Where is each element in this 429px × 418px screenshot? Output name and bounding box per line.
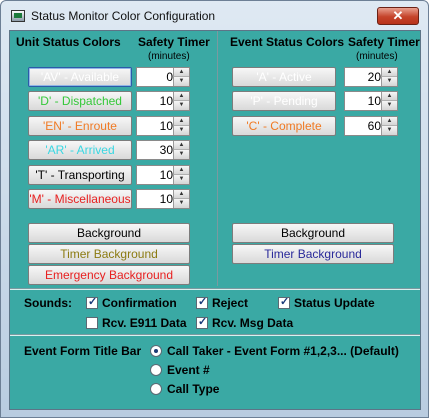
event-safety-timer-spinner[interactable]: 60 ▲ ▼ xyxy=(344,115,398,136)
unit-timer-background-button[interactable]: Timer Background xyxy=(28,244,190,264)
unit-background-button[interactable]: Background xyxy=(28,223,190,243)
unit-status-color-button[interactable]: 'M' - Miscellaneous xyxy=(28,189,132,209)
radio-label: Call Type xyxy=(167,382,220,396)
rcv-msg-checkbox[interactable]: Rcv. Msg Data xyxy=(196,315,294,330)
event-safety-timer-spinner[interactable]: 20 ▲ ▼ xyxy=(344,67,398,87)
unit-safety-timer-spinner[interactable]: 30 ▲ ▼ xyxy=(136,140,190,161)
event-timer-background-button[interactable]: Timer Background xyxy=(232,244,394,264)
spin-up-icon[interactable]: ▲ xyxy=(173,92,189,102)
checkbox-label: Rcv. E911 Data xyxy=(102,316,187,330)
radio-event-number[interactable]: Event # xyxy=(150,363,210,377)
unit-timer-units: (minutes) xyxy=(148,51,190,62)
timer-value[interactable]: 10 xyxy=(139,119,173,133)
spin-up-icon[interactable]: ▲ xyxy=(173,165,189,175)
spin-down-icon[interactable]: ▼ xyxy=(173,199,189,208)
event-status-colors-heading: Event Status Colors xyxy=(230,35,345,49)
spin-down-icon[interactable]: ▼ xyxy=(381,125,397,135)
timer-value[interactable]: 10 xyxy=(139,192,173,206)
timer-value[interactable]: 60 xyxy=(347,119,381,133)
radio-call-type[interactable]: Call Type xyxy=(150,382,219,396)
spin-up-icon[interactable]: ▲ xyxy=(381,92,397,102)
unit-status-color-button[interactable]: 'AV' - Available xyxy=(28,67,132,87)
spin-up-icon[interactable]: ▲ xyxy=(173,116,189,126)
timer-value[interactable]: 10 xyxy=(347,94,381,108)
checkbox-box[interactable] xyxy=(278,295,290,309)
monitor-icon xyxy=(11,10,25,22)
confirmation-checkbox[interactable]: Confirmation xyxy=(86,295,177,310)
unit-safety-timer-spinner[interactable]: 0 ▲ ▼ xyxy=(136,67,190,87)
client-area: Unit Status Colors Safety Timer (minutes… xyxy=(9,30,421,410)
spin-down-icon[interactable]: ▼ xyxy=(173,77,189,86)
sounds-label: Sounds: xyxy=(24,296,72,310)
unit-status-color-button[interactable]: 'T' - Transporting xyxy=(28,164,132,185)
close-button[interactable]: ✕ xyxy=(377,7,419,25)
timer-value[interactable]: 30 xyxy=(139,143,173,157)
timer-value[interactable]: 10 xyxy=(139,94,173,108)
unit-safety-timer-spinner[interactable]: 10 ▲ ▼ xyxy=(136,189,190,209)
event-status-color-button[interactable]: 'C' - Complete xyxy=(232,115,336,136)
radio-call-taker[interactable]: Call Taker - Event Form #1,2,3... (Defau… xyxy=(150,344,399,358)
unit-status-color-button[interactable]: 'EN' - Enroute xyxy=(28,115,132,136)
spin-down-icon[interactable]: ▼ xyxy=(173,174,189,184)
title-bar[interactable]: Status Monitor Color Configuration ✕ xyxy=(1,1,428,31)
checkbox-box[interactable] xyxy=(196,315,208,329)
radio-label: Event # xyxy=(167,363,210,377)
checkbox-label: Rcv. Msg Data xyxy=(212,316,294,330)
checkbox-box[interactable] xyxy=(86,317,98,329)
timer-value[interactable]: 10 xyxy=(139,168,173,182)
event-timer-units: (minutes) xyxy=(356,51,398,62)
unit-status-color-button[interactable]: 'D' - Dispatched xyxy=(28,91,132,112)
unit-safety-timer-heading: Safety Timer xyxy=(138,35,210,49)
spin-down-icon[interactable]: ▼ xyxy=(381,101,397,111)
checkbox-label: Reject xyxy=(212,296,249,310)
spin-up-icon[interactable]: ▲ xyxy=(381,68,397,77)
spin-down-icon[interactable]: ▼ xyxy=(173,150,189,160)
spin-down-icon[interactable]: ▼ xyxy=(381,77,397,86)
checkbox-box[interactable] xyxy=(196,295,208,309)
spin-up-icon[interactable]: ▲ xyxy=(381,116,397,126)
event-status-color-button[interactable]: 'A' - Active xyxy=(232,67,336,87)
unit-status-color-button[interactable]: 'AR' - Arrived xyxy=(28,140,132,161)
event-background-button[interactable]: Background xyxy=(232,223,394,243)
unit-status-colors-heading: Unit Status Colors xyxy=(16,35,121,49)
unit-safety-timer-spinner[interactable]: 10 ▲ ▼ xyxy=(136,91,190,112)
spin-up-icon[interactable]: ▲ xyxy=(173,68,189,77)
config-window: Status Monitor Color Configuration ✕ Uni… xyxy=(0,0,429,418)
rcv-e911-checkbox[interactable]: Rcv. E911 Data xyxy=(86,316,187,330)
unit-safety-timer-spinner[interactable]: 10 ▲ ▼ xyxy=(136,164,190,185)
timer-value[interactable]: 0 xyxy=(139,70,173,84)
checkbox-box[interactable] xyxy=(86,295,98,309)
reject-checkbox[interactable]: Reject xyxy=(196,295,249,310)
timer-value[interactable]: 20 xyxy=(347,70,381,84)
title-bar-label: Event Form Title Bar xyxy=(24,344,142,358)
checkbox-label: Confirmation xyxy=(102,296,177,310)
event-safety-timer-heading: Safety Timer xyxy=(348,35,420,49)
radio-dot[interactable] xyxy=(150,345,162,357)
radio-label: Call Taker - Event Form #1,2,3... (Defau… xyxy=(167,344,399,358)
divider-titlebar xyxy=(10,334,420,336)
radio-dot[interactable] xyxy=(150,383,162,395)
status-update-checkbox[interactable]: Status Update xyxy=(278,295,375,310)
emergency-background-button[interactable]: Emergency Background xyxy=(28,265,190,285)
window-title: Status Monitor Color Configuration xyxy=(31,9,216,23)
panel-divider xyxy=(217,31,218,286)
divider-sounds xyxy=(10,288,420,290)
spin-down-icon[interactable]: ▼ xyxy=(173,101,189,111)
event-safety-timer-spinner[interactable]: 10 ▲ ▼ xyxy=(344,91,398,112)
radio-dot[interactable] xyxy=(150,364,162,376)
event-status-color-button[interactable]: 'P' - Pending xyxy=(232,91,336,112)
spin-down-icon[interactable]: ▼ xyxy=(173,125,189,135)
spin-up-icon[interactable]: ▲ xyxy=(173,190,189,199)
unit-safety-timer-spinner[interactable]: 10 ▲ ▼ xyxy=(136,115,190,136)
spin-up-icon[interactable]: ▲ xyxy=(173,141,189,151)
checkbox-label: Status Update xyxy=(294,296,375,310)
